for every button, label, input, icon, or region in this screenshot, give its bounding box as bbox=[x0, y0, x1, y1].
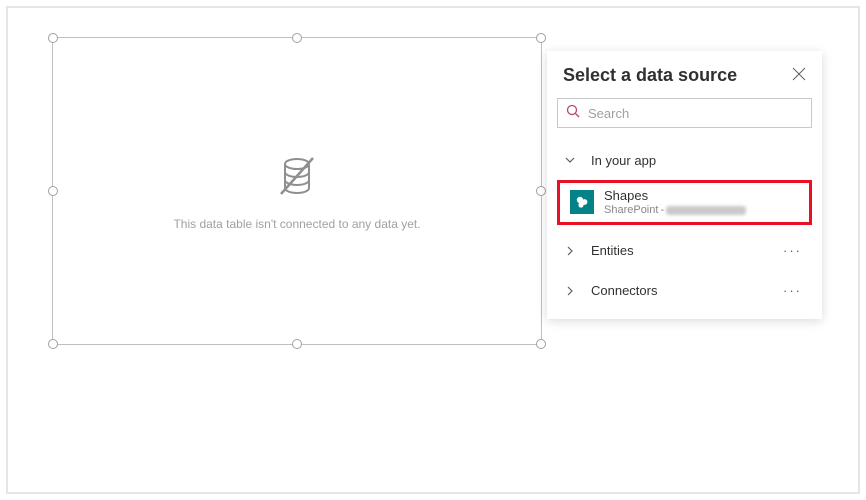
close-button[interactable] bbox=[792, 67, 806, 85]
datasource-item-shapes[interactable]: Shapes SharePoint - bbox=[557, 180, 812, 225]
section-label: Entities bbox=[591, 243, 769, 258]
chevron-right-icon bbox=[563, 285, 577, 297]
search-icon bbox=[566, 104, 580, 123]
data-source-flyout: Select a data source bbox=[547, 51, 822, 319]
canvas: This data table isn't connected to any d… bbox=[22, 22, 844, 478]
search-box[interactable] bbox=[557, 98, 812, 128]
app-frame: This data table isn't connected to any d… bbox=[6, 6, 860, 494]
resize-handle-bc[interactable] bbox=[292, 339, 302, 349]
chevron-down-icon bbox=[563, 154, 577, 166]
resize-handle-tl[interactable] bbox=[48, 33, 58, 43]
redacted-account bbox=[666, 206, 746, 215]
section-entities[interactable]: Entities ··· bbox=[547, 231, 822, 271]
sharepoint-icon bbox=[570, 190, 594, 214]
section-connectors[interactable]: Connectors ··· bbox=[547, 271, 822, 311]
section-label: Connectors bbox=[591, 283, 769, 298]
resize-handle-mr[interactable] bbox=[536, 186, 546, 196]
resize-handle-ml[interactable] bbox=[48, 186, 58, 196]
resize-handle-bl[interactable] bbox=[48, 339, 58, 349]
chevron-right-icon bbox=[563, 245, 577, 257]
section-label: In your app bbox=[591, 153, 806, 168]
datasource-subtitle: SharePoint - bbox=[604, 204, 799, 217]
flyout-title: Select a data source bbox=[563, 65, 737, 86]
empty-state-message: This data table isn't connected to any d… bbox=[173, 217, 420, 231]
datasource-name: Shapes bbox=[604, 188, 799, 204]
data-table-control[interactable]: This data table isn't connected to any d… bbox=[52, 37, 542, 345]
database-disconnected-icon bbox=[273, 152, 321, 205]
more-icon[interactable]: ··· bbox=[783, 243, 806, 258]
resize-handle-tr[interactable] bbox=[536, 33, 546, 43]
more-icon[interactable]: ··· bbox=[783, 283, 806, 298]
resize-handle-tc[interactable] bbox=[292, 33, 302, 43]
section-in-your-app[interactable]: In your app bbox=[547, 140, 822, 180]
empty-state: This data table isn't connected to any d… bbox=[53, 38, 541, 344]
resize-handle-br[interactable] bbox=[536, 339, 546, 349]
search-input[interactable] bbox=[588, 106, 803, 121]
